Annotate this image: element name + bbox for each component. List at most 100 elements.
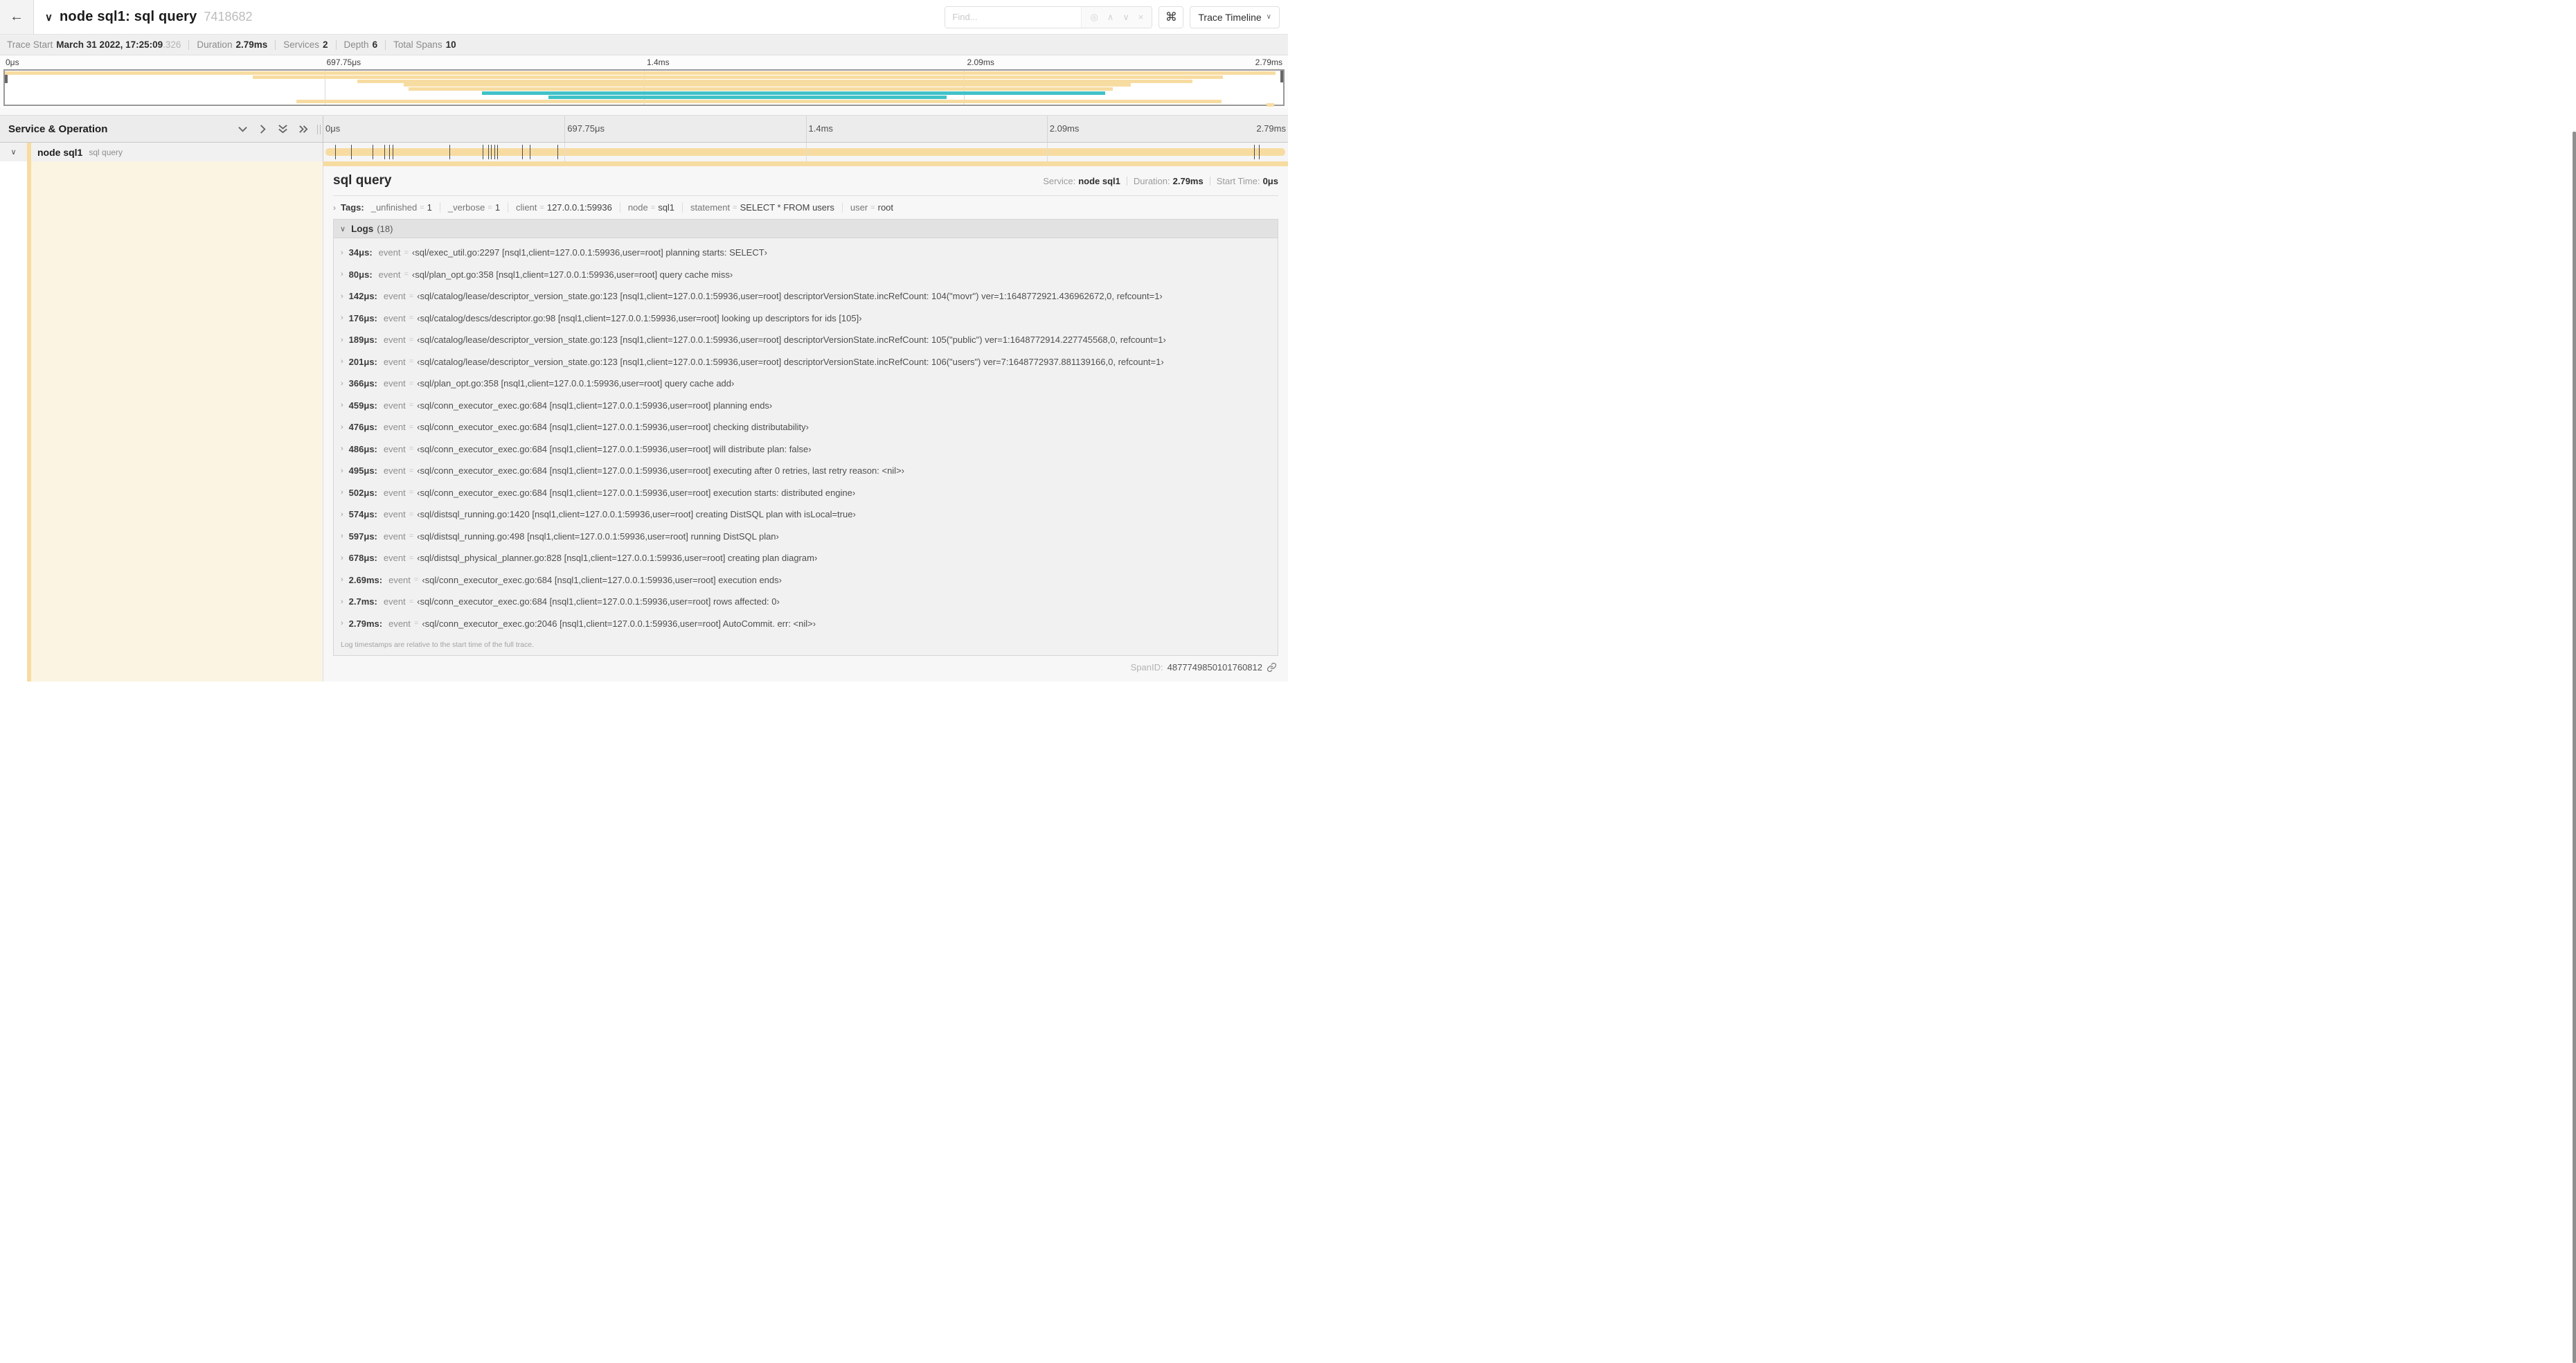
expand-one-icon[interactable] — [258, 124, 267, 134]
spanid-row: SpanID: 4877749850101760812 — [333, 662, 1278, 672]
log-row[interactable]: › 678μs: event = ‹sql/distsql_physical_plann… — [334, 547, 1278, 569]
ruler-tick-label: 2.79ms — [1256, 123, 1286, 134]
detail-accent-strip — [323, 161, 1288, 166]
find-input[interactable] — [945, 6, 1082, 28]
log-row[interactable]: › 495μs: event = ‹sql/conn_executor_exec.go:… — [334, 460, 1278, 482]
log-timestamp: 189μs: — [348, 335, 377, 346]
logs-label: Logs — [351, 223, 374, 234]
span-log-marker[interactable] — [449, 145, 451, 159]
span-log-marker[interactable] — [1259, 145, 1260, 159]
log-row[interactable]: › 2.79ms: event = ‹sql/conn_executor_exec.go… — [334, 613, 1278, 635]
log-event-value: ‹sql/plan_opt.go:358 [nsql1,client=127.0… — [411, 269, 733, 280]
deep-link-icon[interactable] — [1267, 662, 1277, 672]
span-log-marker[interactable] — [351, 145, 352, 159]
span-collapse-chevron-icon[interactable]: ∨ — [0, 148, 27, 157]
span-log-marker[interactable] — [491, 145, 492, 159]
clear-search-icon[interactable]: × — [1138, 12, 1144, 22]
log-row[interactable]: › 502μs: event = ‹sql/conn_executor_exec.go:… — [334, 482, 1278, 504]
minimap-span-bar — [253, 75, 1224, 79]
span-log-marker[interactable] — [1254, 145, 1255, 159]
minimap-span-bar — [548, 95, 947, 99]
summary-item-label: Services — [283, 39, 320, 50]
column-resizer-grip[interactable] — [317, 125, 321, 134]
logs-header[interactable]: ∨ Logs (18) — [334, 220, 1278, 238]
trace-view-select[interactable]: Trace Timeline ∨ — [1190, 6, 1280, 28]
vertical-scrollbar[interactable] — [2573, 132, 2576, 1363]
tag-equals: = — [733, 203, 737, 212]
detail-meta-value: node sql1 — [1078, 176, 1120, 186]
log-row[interactable]: › 142μs: event = ‹sql/catalog/lease/descript… — [334, 285, 1278, 308]
log-row[interactable]: › 486μs: event = ‹sql/conn_executor_exec.go:… — [334, 438, 1278, 461]
log-chevron-icon: › — [341, 314, 343, 323]
minimap-span-bar — [1267, 103, 1275, 107]
collapse-one-icon[interactable] — [238, 125, 248, 134]
span-log-marker[interactable] — [497, 145, 498, 159]
span-log-marker[interactable] — [384, 145, 385, 159]
log-row[interactable]: › 176μs: event = ‹sql/catalog/descs/descript… — [334, 308, 1278, 330]
top-bar: ← ∨ node sql1: sql query 7418682 ◎ ∧ ∨ × ⌘ … — [0, 0, 1288, 34]
minimap-span-bar — [357, 79, 1192, 83]
collapse-all-icon[interactable] — [278, 124, 288, 134]
log-row[interactable]: › 366μs: event = ‹sql/plan_opt.go:358 [nsql1… — [334, 373, 1278, 395]
span-row-gridline — [564, 143, 566, 161]
minimap-span-bar — [296, 99, 1222, 103]
log-equals: = — [404, 270, 409, 279]
tag-separator — [682, 202, 683, 213]
log-row[interactable]: › 597μs: event = ‹sql/distsql_running.go:498… — [334, 526, 1278, 548]
detail-meta-value: 0μs — [1262, 176, 1278, 186]
tag-value: 1 — [427, 202, 432, 213]
tags-row[interactable]: › Tags: _unfinished = 1 _verbose = 1 client = 12… — [333, 202, 1278, 213]
summary-item: Duration 2.79ms — [197, 39, 267, 50]
span-log-marker[interactable] — [557, 145, 559, 159]
expand-all-icon[interactable] — [298, 124, 309, 134]
log-timestamp: 486μs: — [348, 443, 377, 454]
log-event-value: ‹sql/distsql_physical_planner.go:828 [ns… — [417, 553, 818, 564]
log-row[interactable]: › 2.7ms: event = ‹sql/conn_executor_exec.go:… — [334, 591, 1278, 613]
next-match-icon[interactable]: ∨ — [1122, 12, 1129, 23]
tag-equals: = — [420, 203, 424, 212]
span-log-marker[interactable] — [488, 145, 490, 159]
title-collapse-chevron-icon[interactable]: ∨ — [45, 11, 53, 24]
span-row-timeline[interactable] — [323, 143, 1288, 161]
span-detail-panel: sql query Service: node sql1 Duration: 2.79… — [323, 161, 1288, 682]
log-event-value: ‹sql/conn_executor_exec.go:2046 [nsql1,c… — [422, 618, 816, 629]
trace-minimap: 0μs 697.75μs 1.4ms 2.09ms 2.79ms — [0, 55, 1288, 108]
detail-left-gutter — [0, 161, 27, 682]
log-row[interactable]: › 189μs: event = ‹sql/catalog/lease/descript… — [334, 329, 1278, 351]
log-row[interactable]: › 476μs: event = ‹sql/conn_executor_exec.go:… — [334, 416, 1278, 438]
match-locate-icon[interactable]: ◎ — [1090, 12, 1098, 23]
log-row[interactable]: › 574μs: event = ‹sql/distsql_running.go:142… — [334, 504, 1278, 526]
minimap-right-drag-handle[interactable] — [1280, 71, 1283, 82]
detail-divider — [333, 195, 1278, 196]
log-field-name: event — [383, 422, 406, 433]
prev-match-icon[interactable]: ∧ — [1107, 12, 1114, 23]
service-operation-title: Service & Operation — [8, 123, 108, 135]
log-timestamp: 366μs: — [348, 378, 377, 389]
span-log-marker[interactable] — [388, 145, 390, 159]
keyboard-shortcuts-button[interactable]: ⌘ — [1159, 6, 1184, 28]
log-field-name: event — [388, 574, 411, 585]
trace-summary-bar: Trace Start March 31 2022, 17:25:09.326 Du… — [0, 34, 1288, 55]
log-row[interactable]: › 80μs: event = ‹sql/plan_opt.go:358 [nsql1,… — [334, 264, 1278, 286]
log-chevron-icon: › — [341, 488, 343, 497]
ruler-gridline — [1046, 116, 1048, 142]
log-chevron-icon: › — [341, 597, 343, 606]
log-row[interactable]: › 2.69ms: event = ‹sql/conn_executor_exec.go… — [334, 569, 1278, 591]
detail-name-column-fill — [31, 161, 323, 682]
log-event-value: ‹sql/plan_opt.go:358 [nsql1,client=127.0… — [417, 378, 735, 389]
back-button[interactable]: ← — [0, 0, 34, 34]
span-row[interactable]: ∨ node sql1 sql query — [0, 143, 1288, 161]
ruler-tick-label: 0μs — [325, 123, 341, 134]
span-log-marker[interactable] — [494, 145, 495, 159]
log-timestamp: 495μs: — [348, 465, 377, 476]
tag-key: _verbose — [447, 202, 485, 213]
log-timestamp: 678μs: — [348, 553, 377, 564]
span-log-marker[interactable] — [521, 145, 523, 159]
minimap-canvas[interactable] — [3, 69, 1285, 107]
log-row[interactable]: › 34μs: event = ‹sql/exec_util.go:2297 [nsql… — [334, 242, 1278, 264]
span-log-marker[interactable] — [334, 145, 336, 159]
log-row[interactable]: › 459μs: event = ‹sql/conn_executor_exec.go:… — [334, 395, 1278, 417]
log-row[interactable]: › 201μs: event = ‹sql/catalog/lease/descript… — [334, 351, 1278, 373]
log-timestamp: 574μs: — [348, 509, 377, 520]
log-field-name: event — [383, 443, 406, 454]
